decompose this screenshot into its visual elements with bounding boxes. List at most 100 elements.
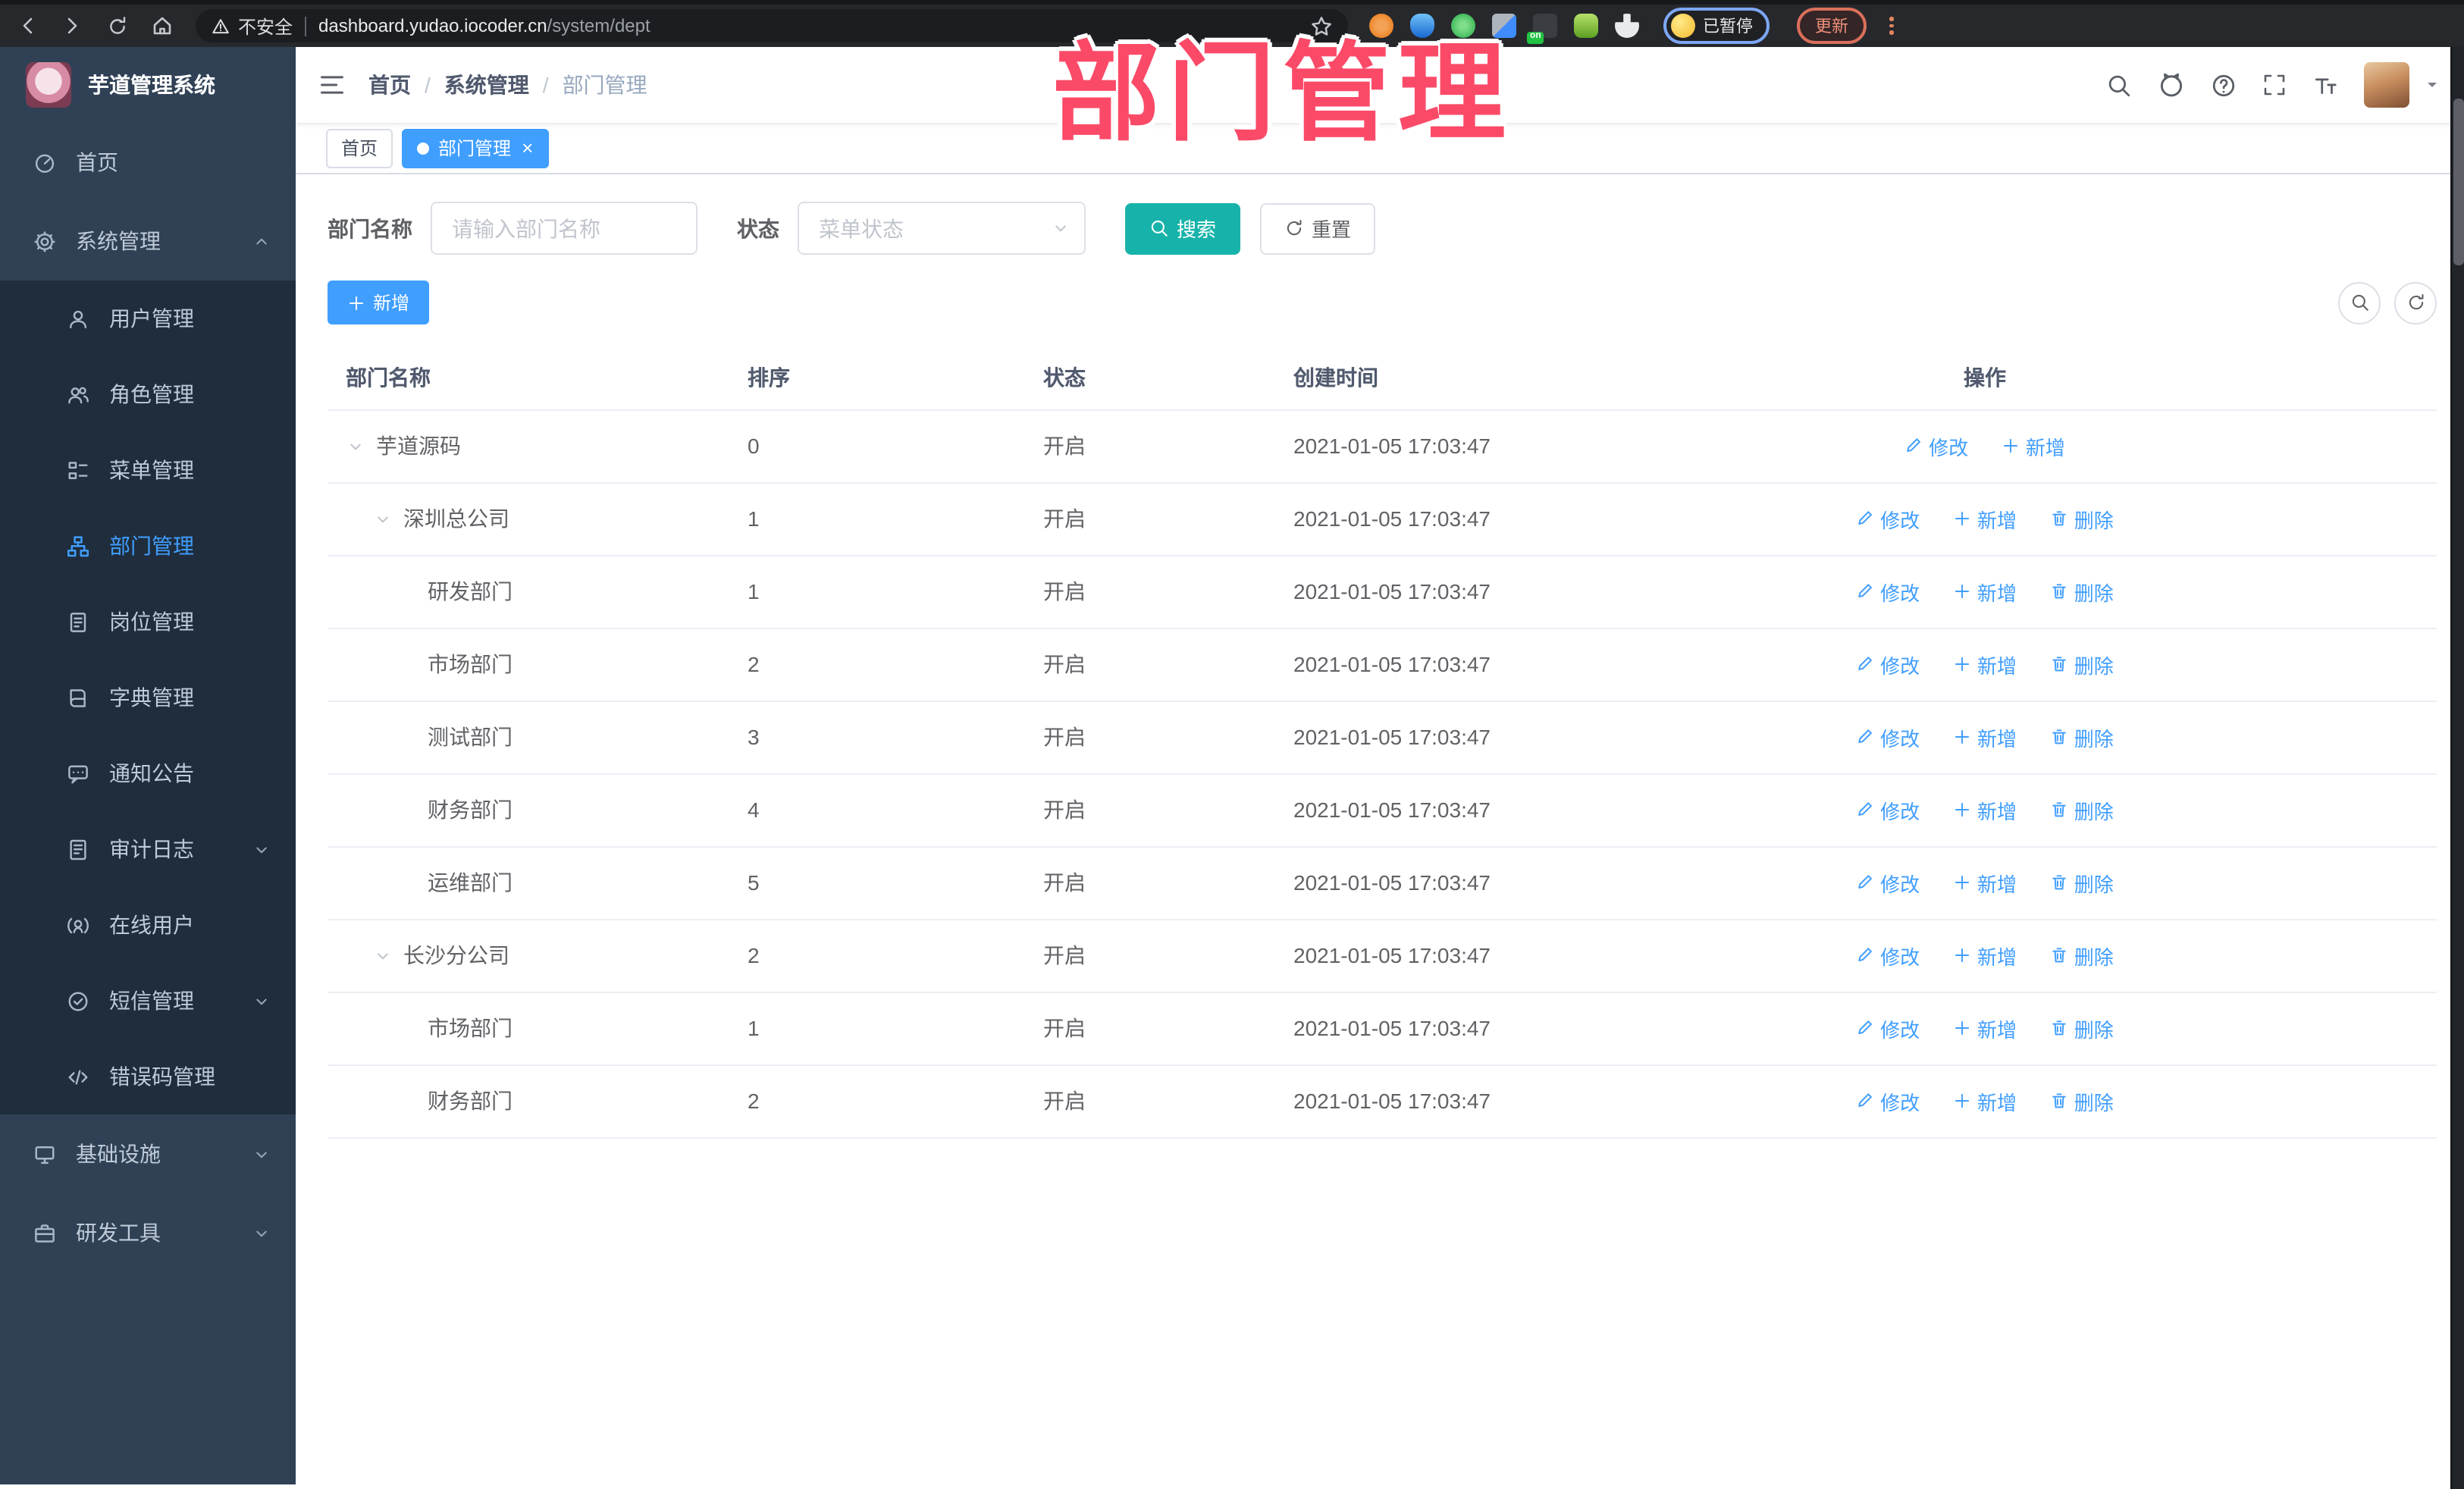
breadcrumb-system[interactable]: 系统管理 [444,70,529,100]
add-child-link[interactable]: 新增 [1953,795,2017,824]
col-header-name: 部门名称 [328,347,729,410]
dept-created: 2021-01-05 17:03:47 [1275,919,1533,992]
sidebar-item-posts[interactable]: 岗位管理 [0,584,296,660]
edit-link[interactable]: 修改 [1856,941,1920,970]
edit-link[interactable]: 修改 [1856,1086,1920,1115]
plus-icon [1955,657,1970,672]
sidebar-item-roles[interactable]: 角色管理 [0,356,296,432]
hamburger-icon[interactable] [318,71,346,99]
delete-link[interactable]: 删除 [2050,941,2114,970]
tag-close-icon[interactable]: × [522,138,533,158]
help-icon[interactable] [2211,72,2237,98]
add-child-link[interactable]: 新增 [1953,504,2017,533]
delete-link[interactable]: 删除 [2050,650,2114,679]
delete-link[interactable]: 删除 [2050,795,2114,824]
edit-link[interactable]: 修改 [1856,723,1920,751]
dept-name-input[interactable] [431,202,698,255]
delete-link[interactable]: 删除 [2050,504,2114,533]
edit-link[interactable]: 修改 [1856,577,1920,606]
trash-icon [2052,1020,2066,1036]
add-child-link[interactable]: 新增 [1953,650,2017,679]
home-icon[interactable] [150,14,174,38]
browser-profile-button[interactable]: 已暂停 [1663,8,1770,44]
user-avatar[interactable] [2364,62,2409,108]
toggle-search-button[interactable] [2338,281,2381,324]
add-child-link[interactable]: 新增 [2002,431,2065,460]
dept-sort: 1 [729,482,1025,556]
browser-menu-icon[interactable] [1889,17,1893,35]
refresh-icon [1287,220,1302,236]
col-header-sort: 排序 [729,347,1025,410]
sidebar-item-error-codes[interactable]: 错误码管理 [0,1039,296,1114]
sidebar-item-system[interactable]: 系统管理 [0,202,296,281]
plus-icon [1955,584,1970,599]
search-button[interactable]: 搜索 [1125,202,1241,254]
expand-caret-icon[interactable] [346,436,365,456]
font-size-icon[interactable] [2312,72,2338,98]
browser-update-button[interactable]: 更新 [1797,8,1867,44]
breadcrumb-home[interactable]: 首页 [368,70,411,100]
add-child-link[interactable]: 新增 [1953,723,2017,751]
tag-department-management[interactable]: 部门管理 × [402,128,549,168]
table-row: 财务部门 2 开启 2021-01-05 17:03:47 修改 新增 删除 [328,1064,2437,1138]
add-child-link[interactable]: 新增 [1953,941,2017,970]
tag-home[interactable]: 首页 [326,128,393,168]
sidebar-item-users[interactable]: 用户管理 [0,281,296,356]
dept-sort: 1 [729,992,1025,1065]
back-icon[interactable] [15,14,39,38]
delete-link[interactable]: 删除 [2050,1086,2114,1115]
users-icon [68,386,89,403]
reset-button[interactable]: 重置 [1260,202,1376,254]
sidebar-item-dictionary[interactable]: 字典管理 [0,660,296,735]
sidebar-item-notices[interactable]: 通知公告 [0,735,296,811]
sidebar-item-sms[interactable]: 短信管理 [0,963,296,1039]
edit-link[interactable]: 修改 [1856,868,1920,897]
edit-link[interactable]: 修改 [1856,795,1920,824]
delete-link[interactable]: 删除 [2050,1014,2114,1042]
extension-icon-green-figure[interactable] [1574,14,1598,38]
sidebar-item-online-users[interactable]: 在线用户 [0,887,296,963]
add-child-link[interactable]: 新增 [1953,868,2017,897]
expand-caret-icon[interactable] [373,509,393,528]
sidebar-item-label: 短信管理 [109,989,194,1013]
add-child-link[interactable]: 新增 [1953,577,2017,606]
search-icon[interactable] [2106,72,2132,98]
security-warning[interactable]: 不安全 [211,13,293,39]
sidebar-item-dev-tools[interactable]: 研发工具 [0,1193,296,1272]
forward-icon[interactable] [61,14,85,38]
refresh-table-button[interactable] [2394,281,2437,324]
github-icon[interactable] [2158,71,2185,99]
delete-link[interactable]: 删除 [2050,868,2114,897]
edit-icon [1858,875,1873,889]
caret-down-icon[interactable] [2423,76,2441,94]
delete-link[interactable]: 删除 [2050,723,2114,751]
extensions-puzzle-icon[interactable] [1615,14,1639,38]
edit-icon [1858,948,1873,962]
add-child-link[interactable]: 新增 [1953,1086,2017,1115]
edit-link[interactable]: 修改 [1856,1014,1920,1042]
sidebar-item-home[interactable]: 首页 [0,123,296,202]
scrollbar-thumb[interactable] [2453,99,2463,265]
sidebar-item-menus[interactable]: 菜单管理 [0,432,296,508]
edit-link[interactable]: 修改 [1904,431,1968,460]
sidebar-item-departments[interactable]: 部门管理 [0,508,296,584]
dept-sort: 1 [729,555,1025,629]
extension-icon-switch[interactable]: on [1527,14,1557,44]
dept-name: 测试部门 [428,725,513,749]
sidebar-item-audit-log[interactable]: 审计日志 [0,811,296,887]
add-department-button[interactable]: 新增 [328,281,430,324]
scrollbar[interactable] [2450,47,2464,1489]
status-select[interactable]: 菜单状态 [798,202,1086,255]
table-row: 市场部门 1 开启 2021-01-05 17:03:47 修改 新增 删除 [328,992,2437,1065]
delete-link[interactable]: 删除 [2050,577,2114,606]
sidebar-item-infrastructure[interactable]: 基础设施 [0,1114,296,1193]
add-child-link[interactable]: 新增 [1953,1014,2017,1042]
expand-caret-icon[interactable] [373,945,393,965]
app-logo-row[interactable]: 芋道管理系统 [0,47,296,123]
edit-link[interactable]: 修改 [1856,650,1920,679]
edit-link[interactable]: 修改 [1856,504,1920,533]
dept-status: 开启 [1025,1064,1275,1138]
reload-icon[interactable] [106,14,129,37]
dept-name: 市场部门 [428,1016,513,1040]
fullscreen-icon[interactable] [2262,73,2287,97]
